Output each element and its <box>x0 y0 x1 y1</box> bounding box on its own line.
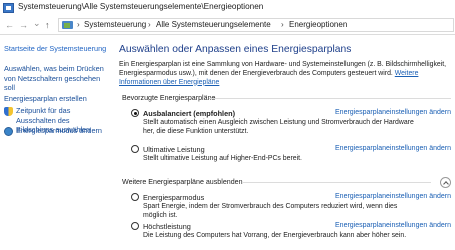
title-bar: Systemsteuerung\Alle Systemsteuerungsele… <box>0 0 455 18</box>
plan-saver-change-link[interactable]: Energiesparplaneinstellungen ändern <box>335 193 451 200</box>
main-content: Auswählen oder Anpassen eines Energiespa… <box>119 36 455 250</box>
plan-saver-name[interactable]: Energiesparmodus <box>143 193 204 202</box>
plan-ultimate-change-link[interactable]: Energiesparplaneinstellungen ändern <box>335 145 451 152</box>
breadcrumb-alle-elemente[interactable]: Alle Systemsteuerungselemente <box>156 20 271 29</box>
sidebar-item-netzschalter[interactable]: Auswählen, was beim Drücken von Netzscha… <box>4 64 108 93</box>
control-panel-folder-icon <box>62 21 73 29</box>
breadcrumb-energieoptionen[interactable]: Energieoptionen <box>289 20 347 29</box>
plan-ultimate-desc: Stellt ultimative Leistung auf Higher-En… <box>143 155 302 162</box>
plan-high-desc: Die Leistung des Computers hat Vorrang, … <box>143 232 407 239</box>
collapse-chevron-icon[interactable] <box>440 177 451 188</box>
sidebar-item-startseite[interactable]: Startseite der Systemsteuerung <box>4 44 108 54</box>
plan-balanced-radio[interactable] <box>131 109 139 117</box>
sidebar-item-energiesparmodus[interactable]: Energiesparmodus ändern <box>16 126 108 136</box>
plan-ultimate-name[interactable]: Ultimative Leistung <box>143 145 205 154</box>
sleep-mode-icon <box>4 127 13 136</box>
intro-text: Ein Energiesparplan ist eine Sammlung vo… <box>119 61 449 87</box>
plan-high-name[interactable]: Höchstleistung <box>143 222 191 231</box>
window-title: Systemsteuerung\Alle Systemsteuerungsele… <box>18 2 264 11</box>
address-bar: ← → ⌄ ↑ › Systemsteuerung › Alle Systems… <box>0 17 455 35</box>
plan-ultimate-radio[interactable] <box>131 145 139 153</box>
forward-arrow-icon[interactable]: → <box>19 19 28 31</box>
plan-saver-desc: Spart Energie, indem der Stromverbrauch … <box>143 203 398 219</box>
breadcrumb-systemsteuerung[interactable]: Systemsteuerung <box>84 20 146 29</box>
page-title: Auswählen oder Anpassen eines Energiespa… <box>119 44 352 55</box>
plan-high-radio[interactable] <box>131 222 139 230</box>
control-panel-icon <box>3 3 14 13</box>
sidebar-item-plan-erstellen[interactable]: Energiesparplan erstellen <box>4 94 108 104</box>
plan-high-change-link[interactable]: Energiesparplaneinstellungen ändern <box>335 222 451 229</box>
back-arrow-icon[interactable]: ← <box>5 19 14 31</box>
plan-balanced-name[interactable]: Ausbalanciert (empfohlen) <box>143 109 235 118</box>
breadcrumb-separator[interactable]: › <box>281 20 284 29</box>
plan-balanced-change-link[interactable]: Energiesparplaneinstellungen ändern <box>335 109 451 116</box>
recent-locations-icon[interactable]: ⌄ <box>33 17 41 29</box>
plan-saver-radio[interactable] <box>131 193 139 201</box>
more-plans-label[interactable]: Weitere Energiesparpläne ausblenden <box>122 178 243 186</box>
up-arrow-icon[interactable]: ↑ <box>45 19 50 31</box>
preferred-plans-label: Bevorzugte Energiesparpläne <box>122 94 216 102</box>
shield-icon <box>4 107 13 116</box>
divider <box>243 182 431 183</box>
address-box[interactable]: › Systemsteuerung › Alle Systemsteuerung… <box>58 18 454 32</box>
breadcrumb-separator[interactable]: › <box>77 20 80 29</box>
plan-balanced-desc: Stellt automatisch einen Ausgleich zwisc… <box>143 119 414 135</box>
sidebar: Startseite der Systemsteuerung Auswählen… <box>0 36 112 250</box>
breadcrumb-separator[interactable]: › <box>148 20 151 29</box>
divider <box>209 98 451 99</box>
